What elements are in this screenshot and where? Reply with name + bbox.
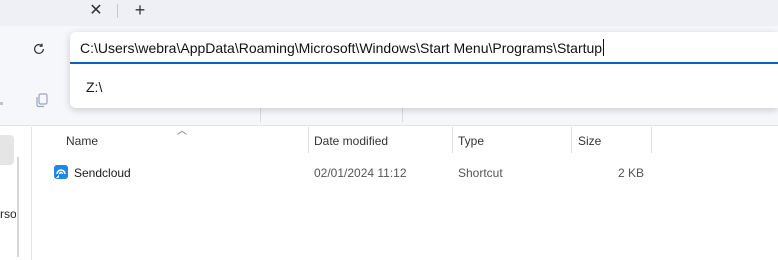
address-path-text: C:\Users\webra\AppData\Roaming\Microsoft… [80,40,603,56]
copy-button[interactable] [34,92,50,108]
nav-scrollbar[interactable] [17,157,19,257]
toolbar-divider [260,108,261,122]
navigation-pane: rsoi [0,127,32,260]
file-name: Sendcloud [74,166,131,180]
refresh-button[interactable] [28,38,50,60]
suggestion-label: Z:\ [86,79,103,95]
column-header-label: Type [458,134,485,148]
column-header-name[interactable]: Name [48,127,308,153]
file-row[interactable]: Sendcloud 02/01/2024 11:12 Shortcut 2 KB [48,162,656,184]
address-suggestion[interactable]: Z:\ [70,72,778,102]
tab-divider [117,4,118,18]
column-header-label: Size [578,134,602,148]
nav-item-label[interactable]: rsoi [0,207,16,221]
column-header-label: Name [66,134,99,148]
column-header-date-modified[interactable]: Date modified [309,127,452,153]
sendcloud-app-icon [53,164,69,180]
column-header-size[interactable]: Size [572,127,651,153]
new-tab-button[interactable]: + [130,0,150,20]
column-header-type[interactable]: Type [453,127,571,153]
tab-strip: ✕ + [0,0,778,26]
close-tab-button[interactable]: ✕ [86,0,106,20]
file-date-modified: 02/01/2024 11:12 [314,166,407,180]
column-header-label: Date modified [314,134,389,148]
refresh-icon [34,43,44,54]
text-caret [603,39,605,56]
file-type: Shortcut [458,166,503,180]
toolbar-edge [0,102,3,105]
column-divider[interactable] [651,127,652,153]
copy-icon [36,93,48,108]
file-size: 2 KB [617,166,644,180]
address-bar-dropdown: C:\Users\webra\AppData\Roaming\Microsoft… [70,32,778,108]
nav-selected-item[interactable] [0,135,14,165]
address-input[interactable]: C:\Users\webra\AppData\Roaming\Microsoft… [70,32,778,64]
toolbar-divider [402,108,403,122]
